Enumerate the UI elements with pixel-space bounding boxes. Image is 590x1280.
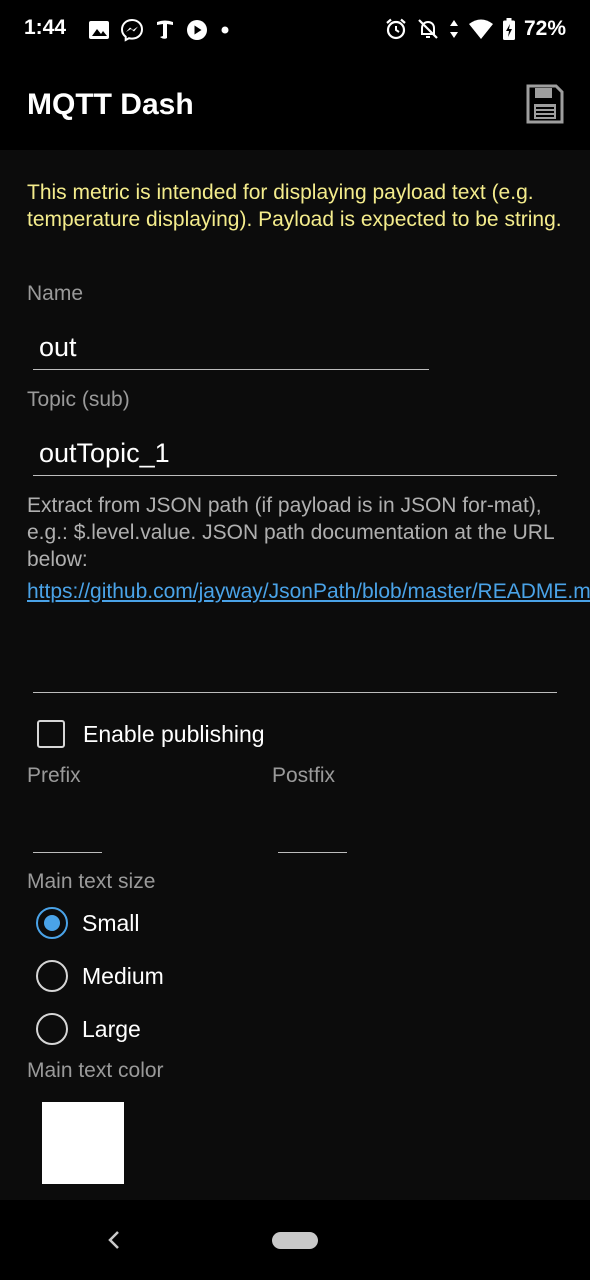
messenger-icon bbox=[120, 18, 144, 42]
bell-off-icon bbox=[418, 19, 438, 39]
nytimes-icon bbox=[157, 20, 173, 39]
page-title: MQTT Dash bbox=[27, 88, 194, 121]
postfix-field[interactable] bbox=[278, 808, 347, 853]
prefix-field[interactable] bbox=[33, 808, 102, 853]
name-field[interactable]: out bbox=[33, 325, 429, 370]
battery-charging-icon bbox=[502, 18, 515, 40]
radio-small[interactable] bbox=[36, 907, 68, 939]
text-color-label: Main text color bbox=[27, 1059, 164, 1082]
text-color-swatch[interactable] bbox=[42, 1102, 124, 1184]
topic-field[interactable]: outTopic_1 bbox=[33, 431, 557, 476]
name-label: Name bbox=[27, 282, 84, 305]
enable-publishing-label: Enable publishing bbox=[83, 720, 265, 747]
topic-value: outTopic_1 bbox=[39, 438, 170, 468]
radio-large-label: Large bbox=[82, 1015, 141, 1042]
save-icon[interactable] bbox=[526, 84, 564, 124]
image-icon bbox=[89, 21, 109, 39]
json-path-field[interactable] bbox=[33, 648, 557, 693]
back-chevron-icon[interactable] bbox=[100, 1226, 128, 1254]
battery-percentage: 72% bbox=[523, 17, 566, 40]
text-size-option-large[interactable]: Large bbox=[36, 1013, 141, 1045]
system-icons: 72% bbox=[384, 16, 566, 42]
status-time: 1:44 bbox=[24, 16, 67, 39]
radio-medium[interactable] bbox=[36, 960, 68, 992]
topic-label: Topic (sub) bbox=[27, 388, 130, 411]
status-bar: 1:44 72% bbox=[0, 0, 590, 60]
json-path-info: Extract from JSON path (if payload is in… bbox=[27, 494, 554, 571]
name-value: out bbox=[39, 332, 77, 362]
text-size-option-small[interactable]: Small bbox=[36, 907, 140, 939]
app-bar: MQTT Dash bbox=[0, 60, 590, 150]
text-size-option-medium[interactable]: Medium bbox=[36, 960, 164, 992]
metric-form: This metric is intended for displaying p… bbox=[0, 150, 590, 1200]
radio-small-label: Small bbox=[82, 909, 140, 936]
data-arrows-icon bbox=[449, 20, 458, 38]
notification-icons bbox=[88, 17, 232, 43]
wifi-icon bbox=[468, 19, 493, 39]
alarm-icon bbox=[386, 18, 406, 40]
navigation-bar bbox=[0, 1200, 590, 1280]
prefix-label: Prefix bbox=[27, 764, 81, 787]
home-pill-icon[interactable] bbox=[272, 1232, 318, 1249]
radio-large[interactable] bbox=[36, 1013, 68, 1045]
metric-description: This metric is intended for displaying p… bbox=[27, 181, 562, 231]
dot-icon bbox=[221, 26, 229, 34]
play-icon bbox=[187, 20, 207, 40]
postfix-label: Postfix bbox=[272, 764, 336, 787]
enable-publishing-row[interactable]: Enable publishing bbox=[37, 720, 265, 748]
enable-publishing-checkbox[interactable] bbox=[37, 720, 65, 748]
text-size-label: Main text size bbox=[27, 870, 156, 893]
json-path-doc-link[interactable]: https://github.com/jayway/JsonPath/blob/… bbox=[27, 578, 590, 605]
radio-medium-label: Medium bbox=[82, 962, 164, 989]
